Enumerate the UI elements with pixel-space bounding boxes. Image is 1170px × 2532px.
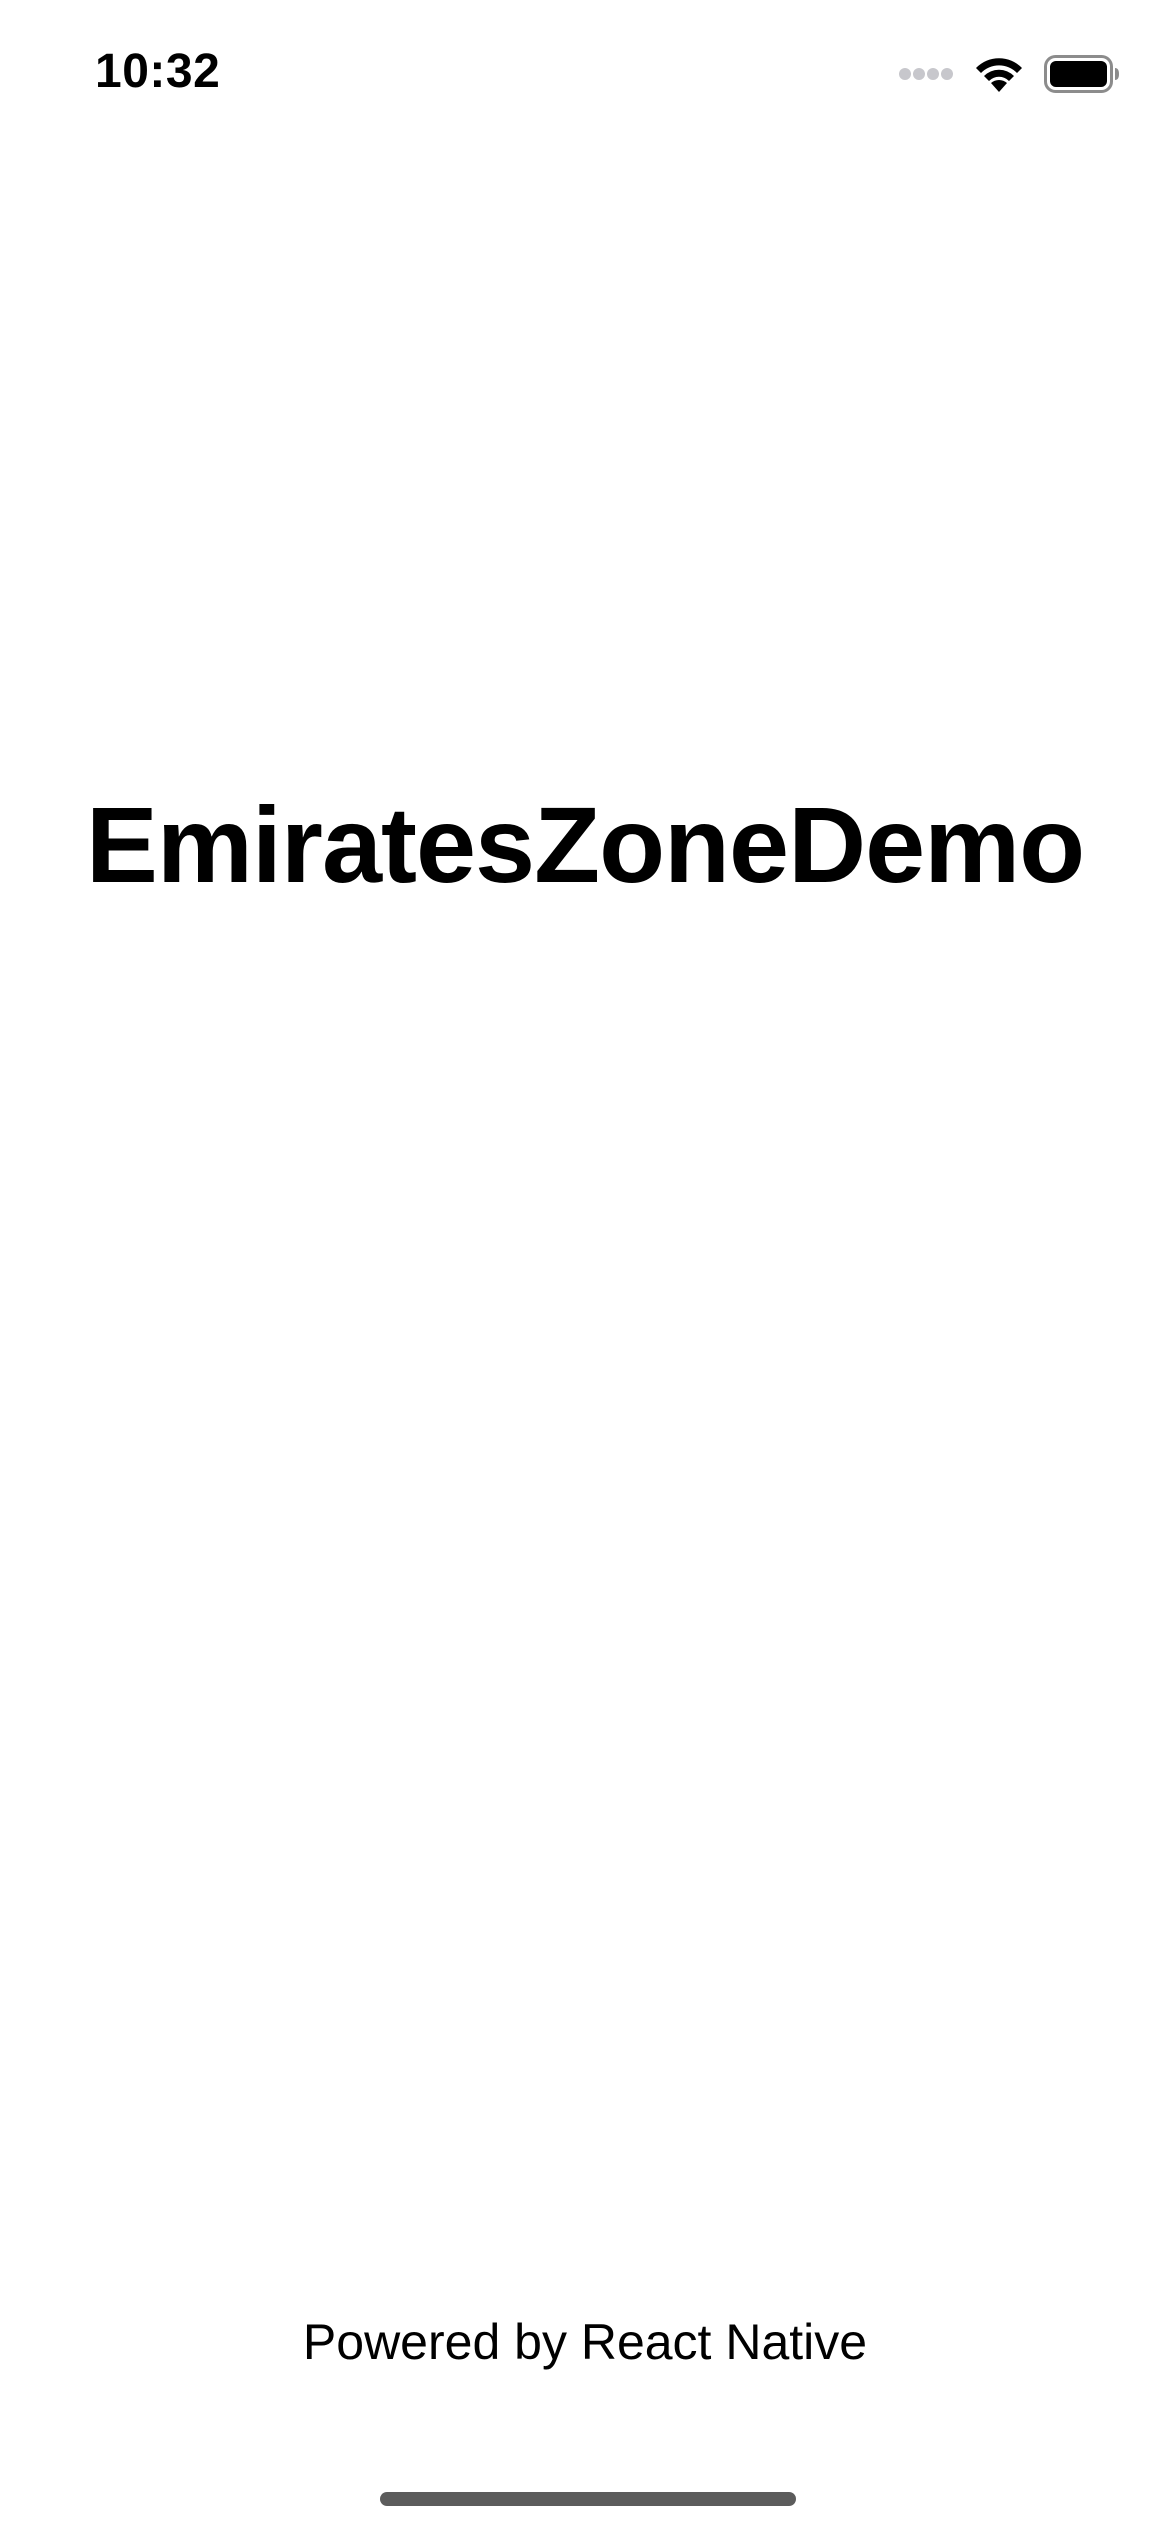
page-title: EmiratesZoneDemo — [85, 784, 1085, 905]
status-bar: 10:32 — [0, 0, 1170, 150]
battery-icon — [1044, 55, 1120, 93]
home-indicator[interactable] — [380, 2492, 796, 2506]
status-time: 10:32 — [95, 45, 221, 98]
powered-by-text: Powered by React Native — [302, 2314, 868, 2370]
wifi-icon — [972, 54, 1026, 94]
status-icons — [898, 52, 1120, 96]
cellular-signal-icon — [898, 67, 954, 81]
